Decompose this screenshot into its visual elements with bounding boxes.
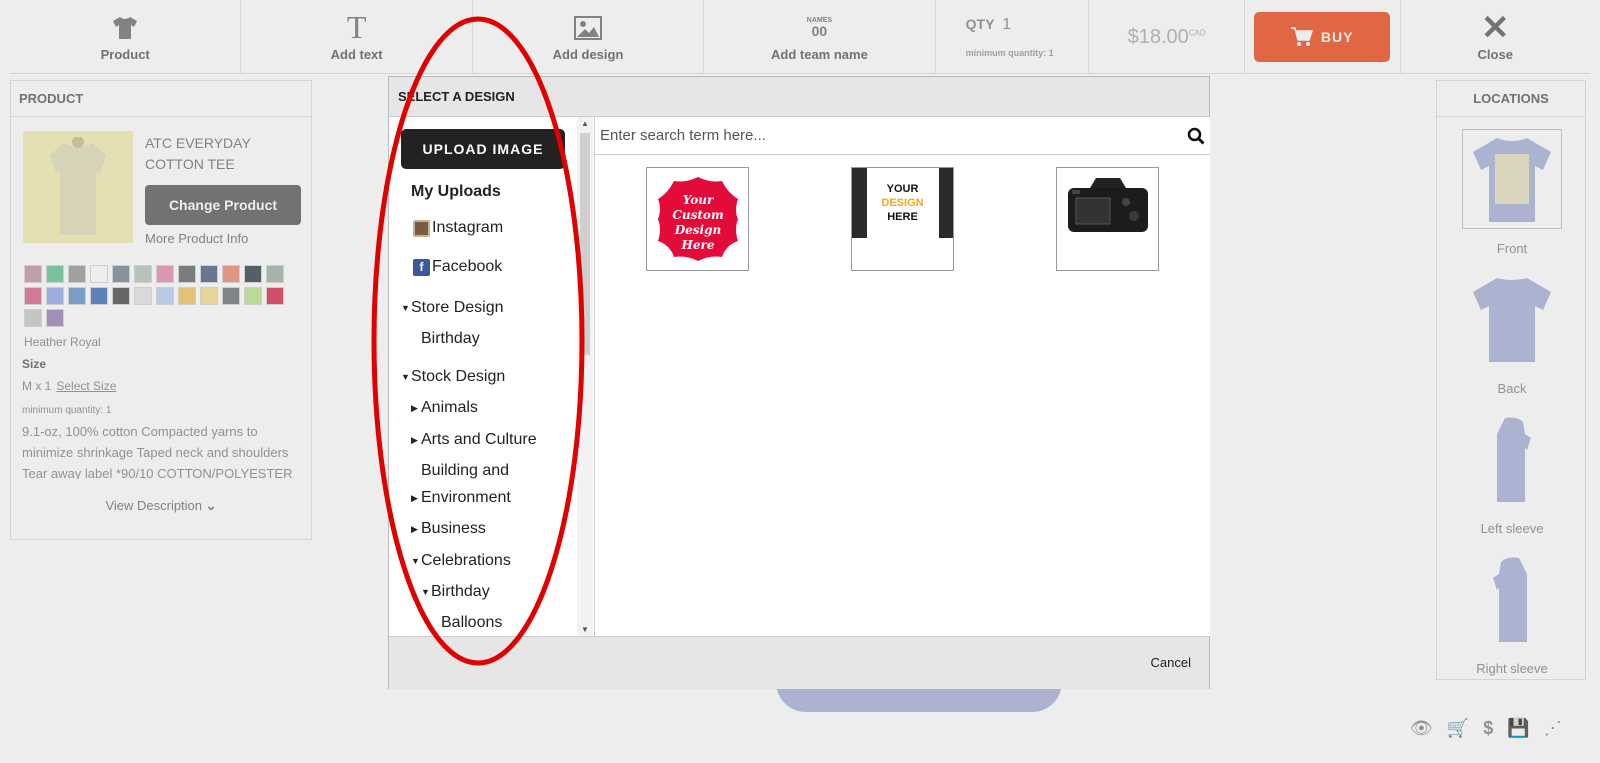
caret-down-icon: ▼ <box>401 303 410 313</box>
nav-celebrations-label: Celebrations <box>421 552 511 569</box>
your-design-card: YOUR DESIGN HERE <box>866 168 939 238</box>
nav-balloons[interactable]: Balloons <box>441 614 502 632</box>
badge-line-4: Here <box>680 238 714 252</box>
caret-right-icon: ▶ <box>411 523 418 534</box>
nav-stock-design[interactable]: ▼ Stock Design <box>401 368 505 386</box>
design-thumb-custom-badge[interactable]: Your Custom Design Here <box>646 167 749 271</box>
upload-image-button[interactable]: UPLOAD IMAGE <box>401 129 565 169</box>
sidebar-scrollbar[interactable]: ▲ ▼ <box>577 117 593 636</box>
nav-celebrations[interactable]: ▼ Celebrations <box>411 552 511 570</box>
nav-building-environment[interactable]: ▶ Environment <box>411 489 511 507</box>
design-search-bar <box>595 117 1210 155</box>
your-design-line-3: HERE <box>887 211 918 223</box>
scroll-down-icon[interactable]: ▼ <box>581 625 589 634</box>
caret-down-icon: ▼ <box>411 556 420 566</box>
design-search-input[interactable] <box>600 127 1187 144</box>
modal-footer: Cancel <box>389 636 1209 689</box>
search-icon[interactable] <box>1187 127 1205 145</box>
nav-animals-label: Animals <box>421 399 478 416</box>
nav-business-label: Business <box>421 520 486 537</box>
design-gallery: Your Custom Design Here YOUR DESIGN HERE <box>595 117 1210 636</box>
your-design-line-1: YOUR <box>886 183 919 195</box>
custom-badge-icon: Your Custom Design Here <box>657 177 738 261</box>
badge-line-2: Custom <box>672 208 723 222</box>
caret-down-icon: ▼ <box>421 587 430 597</box>
nav-stock-design-label: Stock Design <box>411 368 506 385</box>
design-thumb-your-design[interactable]: YOUR DESIGN HERE <box>851 167 954 271</box>
nav-arts-culture[interactable]: ▶ Arts and Culture <box>411 431 537 449</box>
design-category-sidebar: UPLOAD IMAGE My Uploads Instagram f Face… <box>389 117 595 636</box>
nav-cel-birthday-label: Birthday <box>431 583 490 600</box>
nav-store-design-label: Store Design <box>411 299 504 316</box>
nav-building-line1[interactable]: Building and <box>421 462 509 480</box>
facebook-icon: f <box>413 258 430 276</box>
nav-instagram[interactable]: Instagram <box>413 219 503 237</box>
nav-business[interactable]: ▶ Business <box>411 520 486 538</box>
your-design-line-2: DESIGN <box>881 197 924 209</box>
scroll-up-icon[interactable]: ▲ <box>581 119 589 128</box>
caret-right-icon: ▶ <box>411 434 418 445</box>
nav-facebook-label: Facebook <box>432 258 503 275</box>
nav-my-uploads[interactable]: My Uploads <box>411 183 501 201</box>
cancel-button[interactable]: Cancel <box>1151 655 1191 670</box>
scrollbar-thumb[interactable] <box>580 133 590 355</box>
nav-cel-birthday[interactable]: ▼ Birthday <box>421 583 490 601</box>
modal-title: SELECT A DESIGN <box>389 77 1209 117</box>
your-design-panel: YOUR DESIGN HERE <box>852 168 953 238</box>
nav-arts-label: Arts and Culture <box>421 431 537 448</box>
caret-right-icon: ▶ <box>411 492 418 503</box>
badge-line-1: Your <box>682 193 714 207</box>
instagram-icon <box>413 219 430 237</box>
nav-instagram-label: Instagram <box>432 219 504 236</box>
badge-line-3: Design <box>673 223 720 237</box>
nav-animals[interactable]: ▶ Animals <box>411 399 478 417</box>
nav-store-design[interactable]: ▼ Store Design <box>401 299 504 317</box>
nav-facebook[interactable]: f Facebook <box>413 258 502 276</box>
select-design-modal: SELECT A DESIGN UPLOAD IMAGE My Uploads … <box>388 76 1210 689</box>
caret-right-icon: ▶ <box>411 402 418 413</box>
nav-store-birthday[interactable]: Birthday <box>421 330 480 348</box>
caret-down-icon: ▼ <box>401 372 410 382</box>
camera-icon <box>1067 178 1148 232</box>
nav-building-line2: Environment <box>421 489 511 506</box>
design-thumb-camera[interactable] <box>1056 167 1159 271</box>
